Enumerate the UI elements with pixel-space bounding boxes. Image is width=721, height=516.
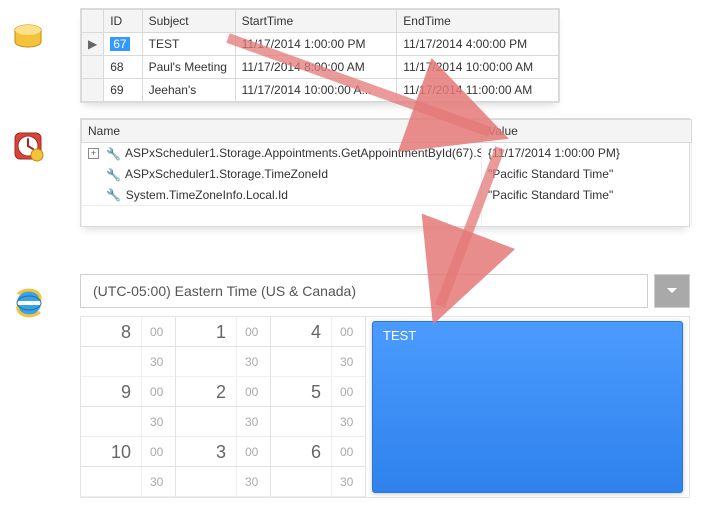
grid-header-end[interactable]: EndTime: [397, 10, 559, 33]
wrench-icon: 🔧: [106, 188, 118, 202]
time-slot[interactable]: .30: [271, 347, 365, 377]
time-slot[interactable]: 300: [176, 437, 270, 467]
cell-id[interactable]: 69: [104, 79, 142, 102]
appointments-grid: ID Subject StartTime EndTime ▶ 67 TEST 1…: [80, 8, 560, 103]
cell-end[interactable]: 11/17/2014 10:00:00 AM: [397, 56, 559, 79]
appointment-area[interactable]: TEST: [366, 317, 689, 497]
row-marker: [82, 79, 104, 102]
grid-header-subject[interactable]: Subject: [142, 10, 235, 33]
cell-subject[interactable]: TEST: [142, 33, 235, 56]
time-ruler: 800 .30 900 .30 1000 .30 100 .30 200 .30…: [81, 317, 366, 497]
time-column: 400 .30 500 .30 600 .30: [271, 317, 366, 497]
time-slot[interactable]: 100: [176, 317, 270, 347]
cell-start[interactable]: 11/17/2014 8:00:00 AM: [235, 56, 397, 79]
watch-expression: ASPxScheduler1.Storage.Appointments.GetA…: [125, 146, 481, 160]
watch-name-cell[interactable]: 🔧 System.TimeZoneInfo.Local.Id: [82, 185, 482, 206]
row-marker: ▶: [82, 33, 104, 56]
table-row[interactable]: ▶ 67 TEST 11/17/2014 1:00:00 PM 11/17/20…: [82, 33, 559, 56]
wrench-icon: 🔧: [106, 168, 118, 182]
time-slot[interactable]: 200: [176, 377, 270, 407]
database-icon: [12, 24, 48, 55]
cell-start[interactable]: 11/17/2014 1:00:00 PM: [235, 33, 397, 56]
internet-explorer-icon: [12, 286, 48, 323]
cell-end[interactable]: 11/17/2014 4:00:00 PM: [397, 33, 559, 56]
expand-toggle-icon[interactable]: +: [88, 148, 99, 159]
time-slot[interactable]: 600: [271, 437, 365, 467]
time-slot[interactable]: .30: [176, 467, 270, 497]
watch-row[interactable]: 🔧 System.TimeZoneInfo.Local.Id "Pacific …: [82, 185, 692, 206]
time-slot[interactable]: .30: [271, 407, 365, 437]
watch-window: Name Value + 🔧 ASPxScheduler1.Storage.Ap…: [80, 118, 690, 227]
chevron-down-icon: [666, 285, 678, 297]
cell-start[interactable]: 11/17/2014 10:00:00 A...: [235, 79, 397, 102]
appointment-block[interactable]: TEST: [372, 321, 683, 493]
watch-row[interactable]: 🔧 ASPxScheduler1.Storage.TimeZoneId "Pac…: [82, 164, 692, 185]
table-row[interactable]: 69 Jeehan's 11/17/2014 10:00:00 A... 11/…: [82, 79, 559, 102]
scheduler-view: (UTC-05:00) Eastern Time (US & Canada) 8…: [80, 274, 690, 498]
watch-header-row: Name Value: [82, 120, 692, 143]
timezone-dropdown-button[interactable]: [654, 274, 690, 308]
grid-header-start[interactable]: StartTime: [235, 10, 397, 33]
cell-subject[interactable]: Jeehan's: [142, 79, 235, 102]
watch-header-name[interactable]: Name: [82, 120, 482, 143]
appointment-title: TEST: [383, 328, 416, 343]
watch-value-cell: "Pacific Standard Time": [482, 164, 692, 185]
watch-empty-row[interactable]: [82, 206, 692, 227]
row-marker: [82, 56, 104, 79]
time-slot[interactable]: 400: [271, 317, 365, 347]
grid-header-id[interactable]: ID: [104, 10, 142, 33]
watch-window-icon: [12, 130, 48, 165]
time-slot[interactable]: 1000: [81, 437, 175, 467]
watch-name-cell[interactable]: 🔧 ASPxScheduler1.Storage.TimeZoneId: [82, 164, 482, 185]
wrench-icon: 🔧: [106, 147, 118, 161]
watch-value-cell: "Pacific Standard Time": [482, 185, 692, 206]
time-slot[interactable]: .30: [271, 467, 365, 497]
watch-value-cell: {11/17/2014 1:00:00 PM}: [482, 143, 692, 164]
watch-header-value[interactable]: Value: [482, 120, 692, 143]
table-row[interactable]: 68 Paul's Meeting 11/17/2014 8:00:00 AM …: [82, 56, 559, 79]
time-column: 100 .30 200 .30 300 .30: [176, 317, 271, 497]
cell-subject[interactable]: Paul's Meeting: [142, 56, 235, 79]
watch-name-cell[interactable]: + 🔧 ASPxScheduler1.Storage.Appointments.…: [82, 143, 482, 164]
time-slot[interactable]: .30: [81, 407, 175, 437]
time-slot[interactable]: 900: [81, 377, 175, 407]
time-slot[interactable]: .30: [81, 347, 175, 377]
cell-id[interactable]: 67: [104, 33, 142, 56]
time-slot[interactable]: 500: [271, 377, 365, 407]
time-slot[interactable]: .30: [176, 407, 270, 437]
grid-header-row: ID Subject StartTime EndTime: [82, 10, 559, 33]
time-slot[interactable]: .30: [176, 347, 270, 377]
watch-expression: ASPxScheduler1.Storage.TimeZoneId: [125, 167, 328, 181]
grid-header-rowselector: [82, 10, 104, 33]
time-slot[interactable]: 800: [81, 317, 175, 347]
watch-expression: System.TimeZoneInfo.Local.Id: [126, 188, 288, 202]
cell-end[interactable]: 11/17/2014 11:00:00 AM: [397, 79, 559, 102]
timezone-select[interactable]: (UTC-05:00) Eastern Time (US & Canada): [80, 274, 648, 308]
time-column: 800 .30 900 .30 1000 .30: [81, 317, 176, 497]
cell-id[interactable]: 68: [104, 56, 142, 79]
time-slot[interactable]: .30: [81, 467, 175, 497]
watch-row[interactable]: + 🔧 ASPxScheduler1.Storage.Appointments.…: [82, 143, 692, 164]
